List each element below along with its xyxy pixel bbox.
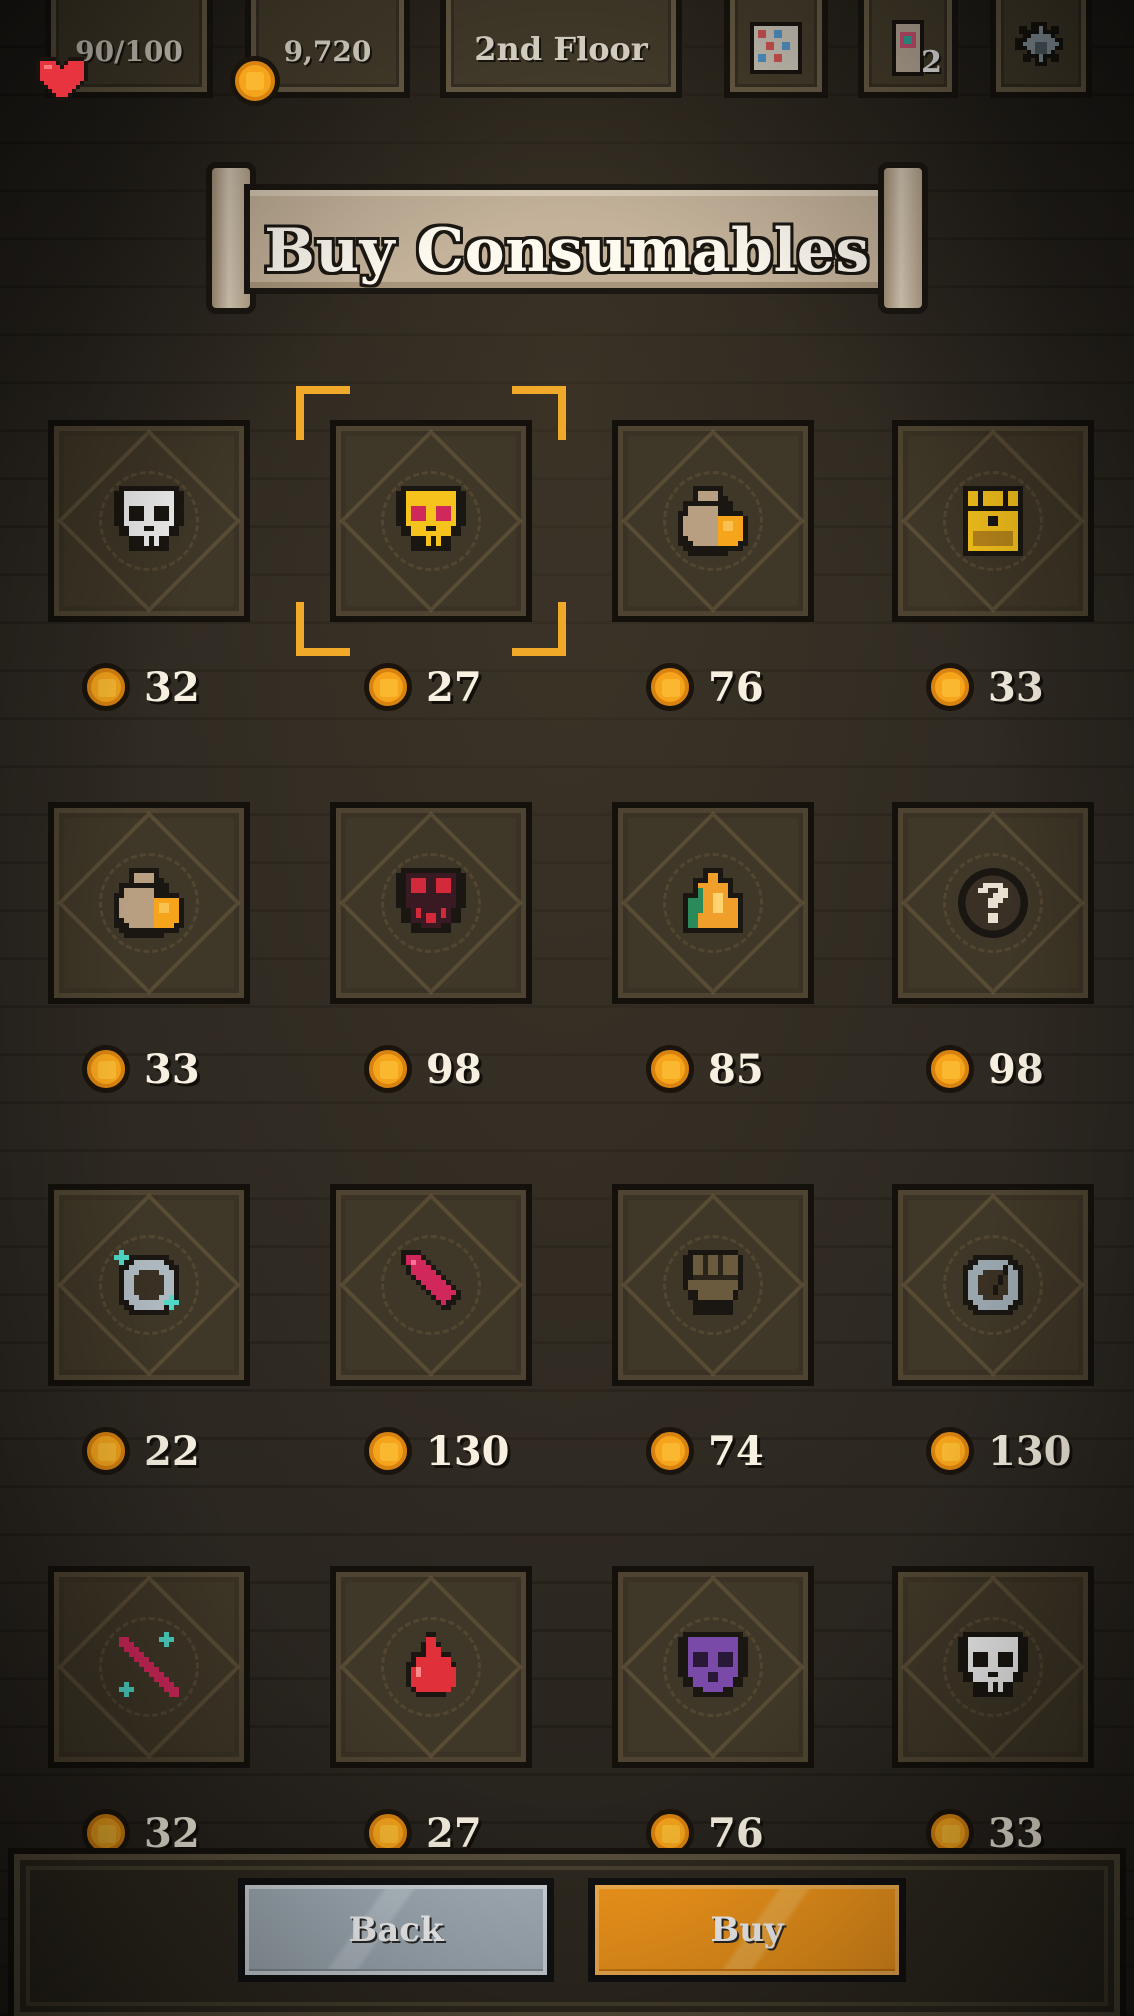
item-price: 27 (364, 660, 482, 714)
heart-icon (36, 57, 88, 101)
gold-value: 9,720 (283, 35, 372, 68)
skull-icon (958, 1632, 1028, 1697)
fire-tent-icon (683, 868, 743, 933)
item-slot[interactable] (330, 420, 532, 622)
price-value: 98 (988, 1045, 1044, 1093)
item-price: 130 (364, 1424, 510, 1478)
settings-button[interactable] (990, 0, 1092, 98)
coin-icon (82, 663, 130, 711)
item-price: 98 (926, 1042, 1044, 1096)
item-price: 85 (646, 1042, 764, 1096)
item-slot[interactable] (48, 1184, 250, 1386)
item-slot[interactable] (330, 1566, 532, 1768)
item-slot[interactable] (612, 1184, 814, 1386)
item-price: 74 (646, 1424, 764, 1478)
coin-icon (82, 1045, 130, 1093)
coin-icon (926, 1427, 974, 1475)
item-slot[interactable] (330, 802, 532, 1004)
coin-icon (364, 663, 412, 711)
item-slot[interactable] (612, 420, 814, 622)
floor-panel: 2nd Floor (440, 0, 682, 98)
price-value: 32 (144, 663, 200, 711)
floor-label: 2nd Floor (474, 30, 648, 68)
buy-button[interactable]: Buy (588, 1878, 906, 1982)
coin-icon (926, 663, 974, 711)
price-value: 27 (426, 663, 482, 711)
gold-skull-icon (396, 486, 466, 551)
action-bar (8, 1848, 1126, 2016)
item-slot[interactable] (892, 1566, 1094, 1768)
coin-pouch-icon (114, 868, 184, 938)
price-value: 22 (144, 1427, 200, 1475)
health-value: 90/100 (75, 35, 183, 68)
back-button[interactable]: Back (238, 1878, 554, 1982)
map-button[interactable] (724, 0, 828, 98)
sparkle-dagger-icon (119, 1632, 179, 1697)
gear-icon (1015, 22, 1063, 66)
price-value: 85 (708, 1045, 764, 1093)
coin-pouch-icon (678, 486, 748, 556)
coin-icon (646, 663, 694, 711)
relic-count: 2 (921, 45, 942, 80)
item-price: 33 (926, 660, 1044, 714)
coin-icon (82, 1427, 130, 1475)
item-slot[interactable] (330, 1184, 532, 1386)
price-value: 76 (708, 663, 764, 711)
relic-button[interactable]: 2 (858, 0, 958, 98)
sparkle-ring-icon (114, 1250, 179, 1315)
price-value: 33 (144, 1045, 200, 1093)
blood-drop-icon (406, 1632, 456, 1697)
skull-icon (114, 486, 184, 551)
item-price: 98 (364, 1042, 482, 1096)
item-slot[interactable] (892, 1184, 1094, 1386)
treasure-chest-icon (963, 486, 1023, 556)
title-banner: Buy Consumables (206, 160, 928, 320)
item-price: 33 (82, 1042, 200, 1096)
coin-icon (926, 1045, 974, 1093)
item-slot[interactable] (612, 802, 814, 1004)
item-price: 76 (646, 660, 764, 714)
fist-icon (683, 1250, 743, 1315)
item-slot[interactable] (48, 1566, 250, 1768)
item-slot[interactable] (612, 1566, 814, 1768)
cracked-ring-icon (963, 1255, 1023, 1315)
coin-icon (364, 1045, 412, 1093)
item-slot[interactable] (892, 420, 1094, 622)
coin-icon (646, 1427, 694, 1475)
item-slot[interactable] (48, 802, 250, 1004)
item-price: 130 (926, 1424, 1072, 1478)
price-value: 33 (988, 663, 1044, 711)
item-price: 32 (82, 660, 200, 714)
crimson-dagger-icon (401, 1250, 461, 1310)
item-price: 22 (82, 1424, 200, 1478)
price-value: 98 (426, 1045, 482, 1093)
price-value: 74 (708, 1427, 764, 1475)
coin-icon (364, 1427, 412, 1475)
price-value: 130 (426, 1427, 510, 1475)
purple-skull-icon (678, 1632, 748, 1697)
page-title: Buy Consumables (264, 216, 870, 286)
coin-icon (230, 56, 280, 106)
red-eyed-skull-icon (396, 868, 466, 933)
map-icon (750, 22, 802, 74)
item-slot[interactable] (48, 420, 250, 622)
item-slot[interactable] (892, 802, 1094, 1004)
price-value: 130 (988, 1427, 1072, 1475)
mystery-icon (958, 868, 1028, 938)
coin-icon (646, 1045, 694, 1093)
